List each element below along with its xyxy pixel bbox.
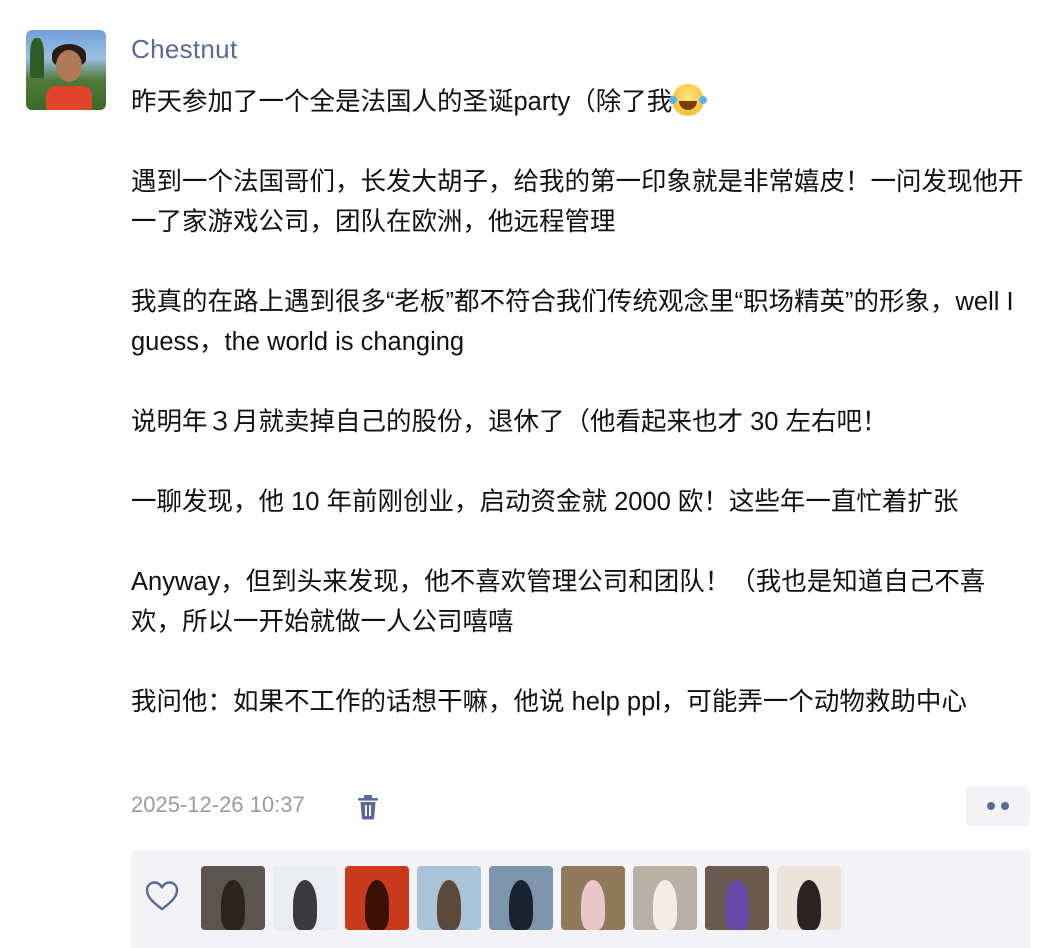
post-paragraph: 一聊发现，他 10 年前刚创业，启动资金就 2000 欧！这些年一直忙着扩张 bbox=[131, 488, 959, 516]
post-timestamp: 2025-12-26 10:37 bbox=[131, 792, 305, 817]
post-paragraph: 我真的在路上遇到很多“老板”都不符合我们传统观念里“职场精英”的形象，well … bbox=[131, 288, 1021, 356]
post-paragraph: 说明年３月就卖掉自己的股份，退休了（他看起来也才 30 左右吧！ bbox=[131, 408, 888, 436]
liker-avatar-9[interactable] bbox=[777, 866, 841, 930]
liker-avatar-7[interactable] bbox=[633, 866, 697, 930]
avatar-face bbox=[56, 50, 82, 82]
author-avatar[interactable] bbox=[26, 30, 106, 110]
liker-figure bbox=[437, 880, 461, 930]
laughing-with-tears-emoji-icon bbox=[669, 84, 705, 116]
avatar-top bbox=[46, 86, 92, 110]
liker-figure bbox=[653, 880, 677, 930]
post-paragraph: 我问他：如果不工作的话想干嘛，他说 help ppl，可能弄一个动物救助中心 bbox=[131, 688, 967, 716]
liker-avatar-3[interactable] bbox=[345, 866, 409, 930]
post-content: 昨天参加了一个全是法国人的圣诞party（除了我 遇到一个法国哥们，长发大胡子，… bbox=[131, 82, 1031, 762]
liker-avatar-4[interactable] bbox=[417, 866, 481, 930]
post-paragraph: Anyway，但到头来发现，他不喜欢管理公司和团队！（我也是知道自己不喜欢，所以… bbox=[131, 568, 986, 636]
likes-panel bbox=[131, 850, 1030, 948]
liker-figure bbox=[221, 880, 245, 930]
liker-avatar-1[interactable] bbox=[201, 866, 265, 930]
liker-avatar-6[interactable] bbox=[561, 866, 625, 930]
heart-icon[interactable] bbox=[145, 880, 179, 912]
liker-avatar-8[interactable] bbox=[705, 866, 769, 930]
more-dots-icon bbox=[987, 802, 995, 810]
liker-figure bbox=[293, 880, 317, 930]
author-name[interactable]: Chestnut bbox=[131, 34, 237, 65]
liker-figure bbox=[509, 880, 533, 930]
trash-icon[interactable] bbox=[356, 794, 380, 820]
post-paragraph: 遇到一个法国哥们，长发大胡子，给我的第一印象就是非常嬉皮！一问发现他开一了家游戏… bbox=[131, 168, 1024, 236]
more-options-button[interactable] bbox=[966, 786, 1030, 826]
liker-avatar-2[interactable] bbox=[273, 866, 337, 930]
avatar-palm-tree bbox=[30, 38, 44, 78]
liker-figure bbox=[365, 880, 389, 930]
liker-figure bbox=[725, 880, 749, 930]
more-dots-icon bbox=[1001, 802, 1009, 810]
liker-figure bbox=[797, 880, 821, 930]
liker-avatars bbox=[201, 866, 841, 930]
liker-figure bbox=[581, 880, 605, 930]
post-paragraph: 昨天参加了一个全是法国人的圣诞party（除了我 bbox=[131, 82, 1031, 122]
liker-avatar-5[interactable] bbox=[489, 866, 553, 930]
